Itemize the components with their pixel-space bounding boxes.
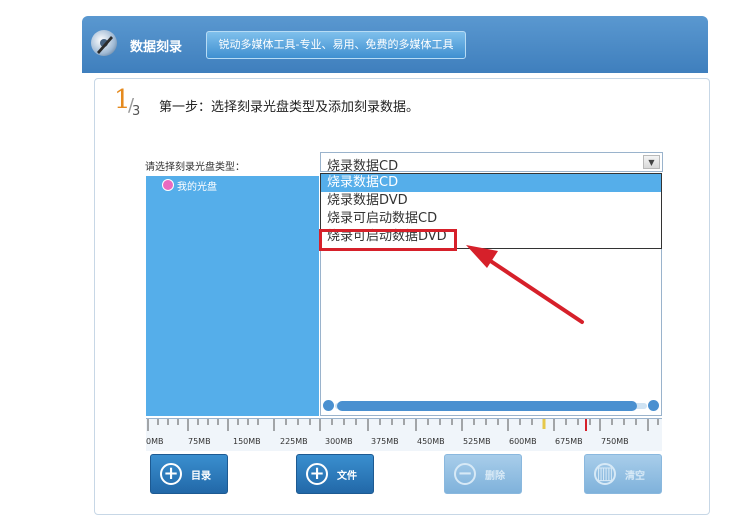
annotation-arrow — [466, 245, 584, 324]
